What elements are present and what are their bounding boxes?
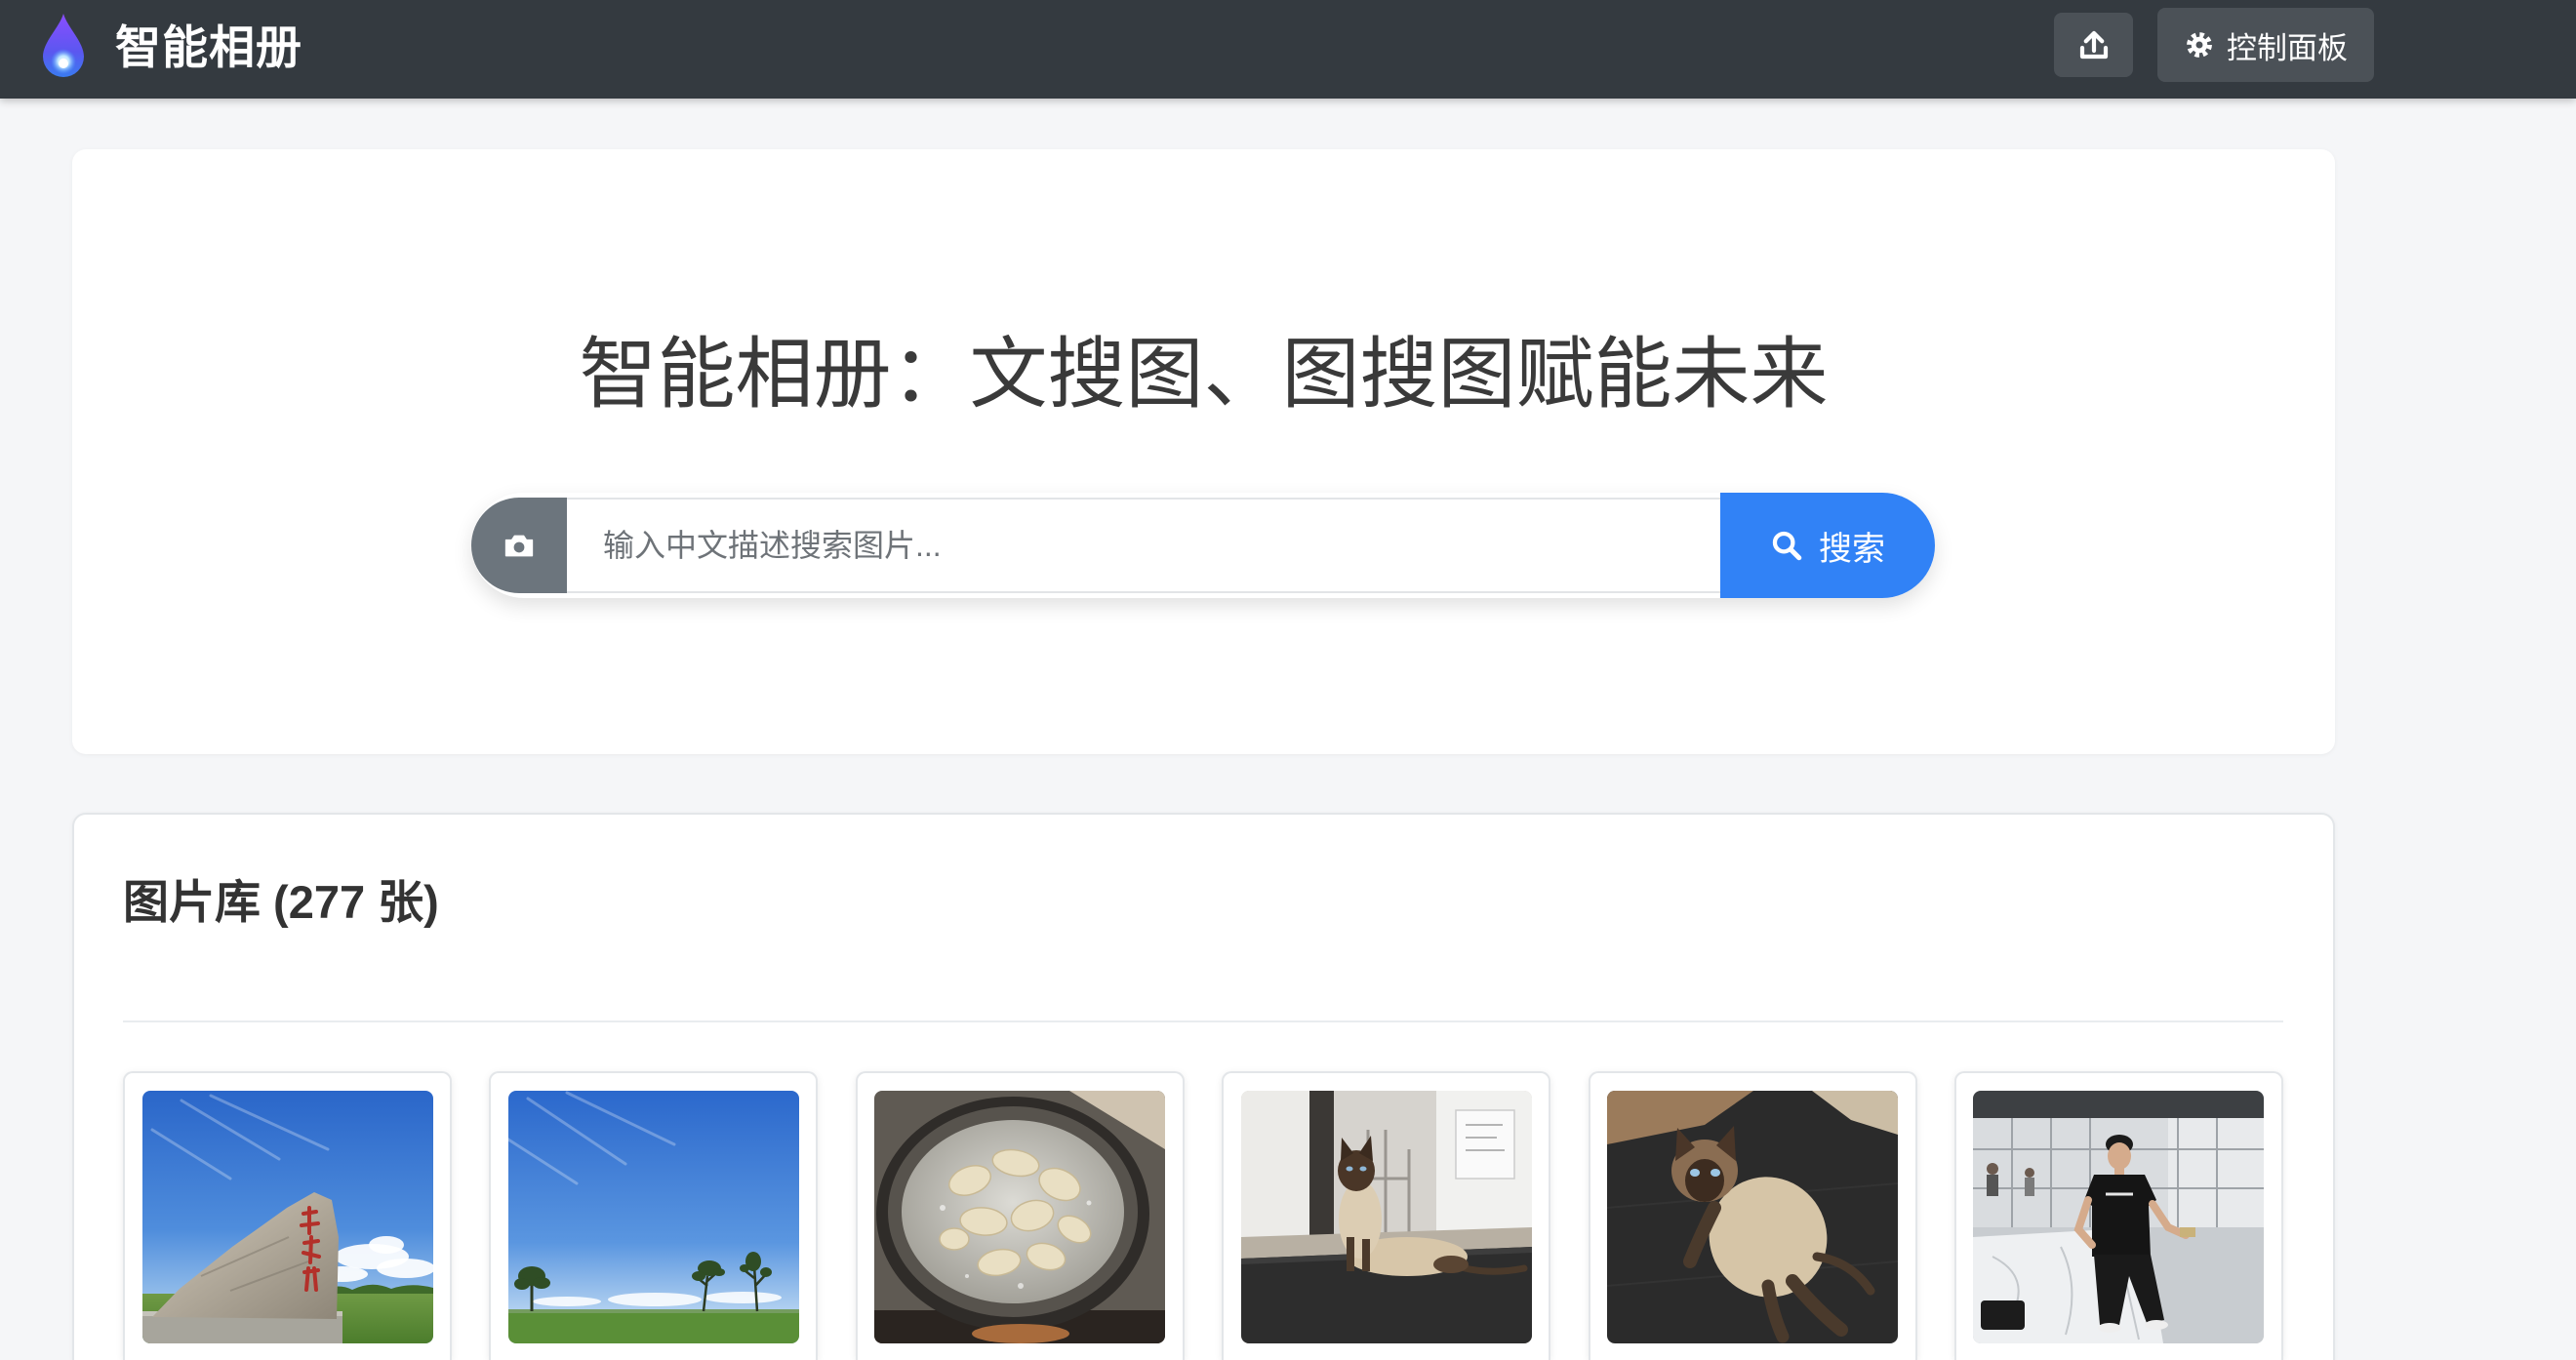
droplet-logo-icon[interactable] [43, 14, 84, 78]
gallery-item[interactable] [1588, 1071, 1917, 1360]
gear-icon [2184, 29, 2215, 60]
gallery-item[interactable] [855, 1071, 1185, 1360]
search-input[interactable] [567, 498, 1720, 593]
gallery-item[interactable] [489, 1071, 819, 1360]
gallery-photo [1240, 1091, 1532, 1343]
brand-title[interactable]: 智能相册 [115, 0, 302, 95]
gallery-photo [1607, 1091, 1899, 1343]
gallery-photo [507, 1091, 799, 1343]
gallery-item[interactable] [1953, 1071, 2283, 1360]
gallery-photo [874, 1091, 1166, 1343]
search-button[interactable]: 搜索 [1720, 493, 1935, 598]
search-bar: 搜索 [471, 493, 1935, 598]
gallery-photo [1973, 1091, 2265, 1343]
dashboard-button-label: 控制面板 [2227, 30, 2348, 65]
gallery-divider [123, 1020, 2283, 1022]
upload-icon [2076, 27, 2112, 62]
gallery-grid [123, 1071, 2283, 1360]
gallery-photo [141, 1091, 433, 1343]
search-icon [1770, 529, 1803, 562]
gallery-card: 图片库 (277 张) [72, 813, 2335, 1360]
camera-icon [503, 529, 536, 562]
gallery-item[interactable] [1222, 1071, 1551, 1360]
hero-title: 智能相册：文搜图、图搜图赋能未来 [579, 331, 1829, 418]
search-button-label: 搜索 [1819, 530, 1885, 568]
gallery-item[interactable] [123, 1071, 452, 1360]
upload-button[interactable] [2054, 13, 2133, 77]
gallery-title: 图片库 (277 张) [123, 876, 439, 928]
dashboard-button[interactable]: 控制面板 [2157, 8, 2374, 82]
search-card: 智能相册：文搜图、图搜图赋能未来 搜索 [72, 149, 2335, 754]
image-search-button[interactable] [471, 498, 567, 593]
navbar: 智能相册 控制面板 [0, 0, 2576, 99]
